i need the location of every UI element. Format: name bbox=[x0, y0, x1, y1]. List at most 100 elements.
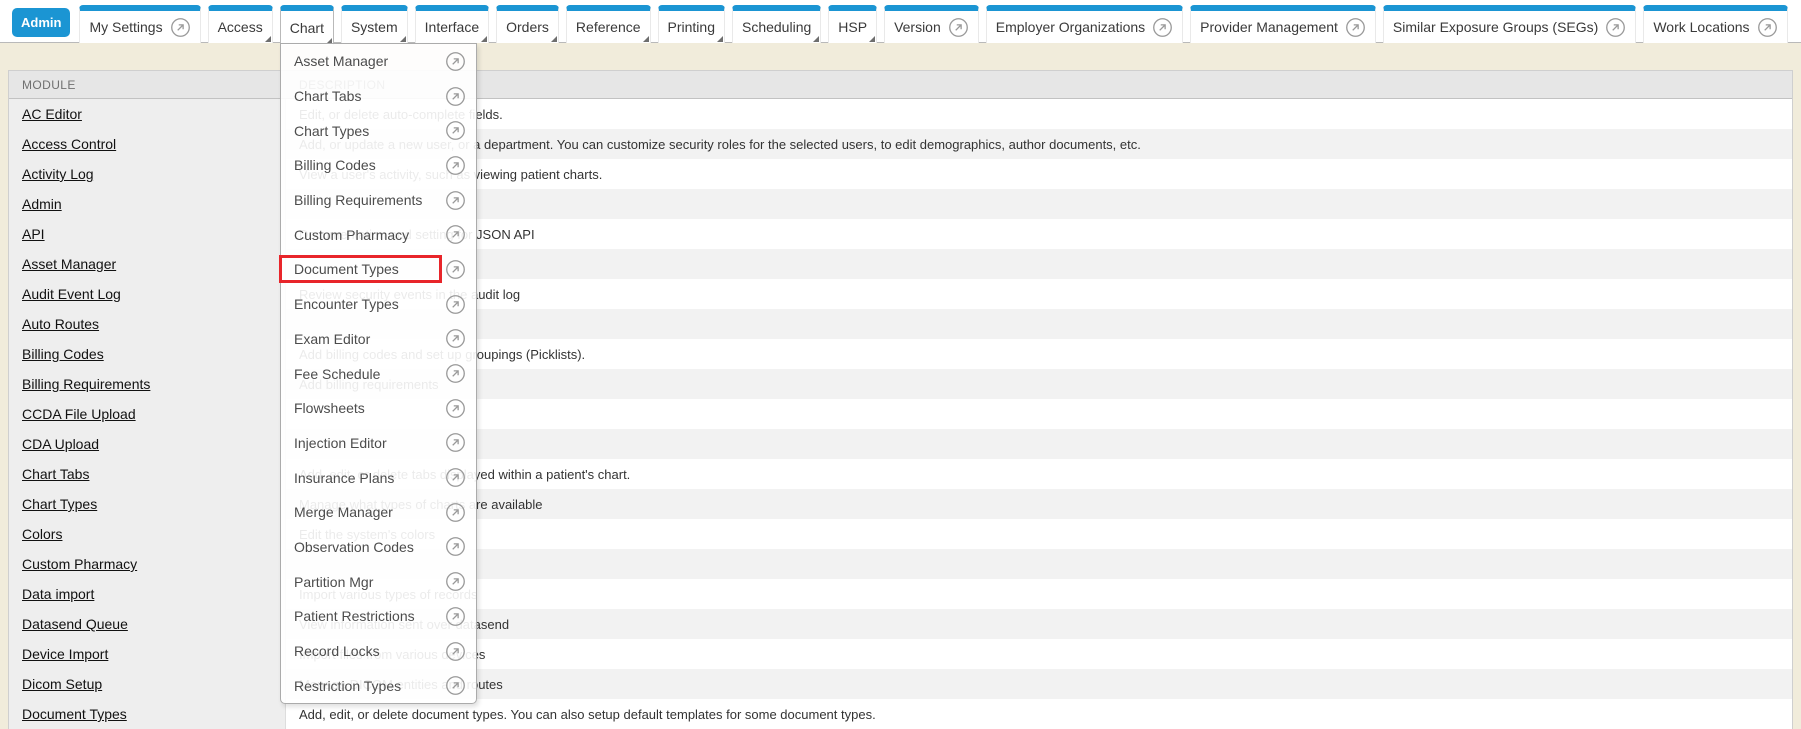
module-link-asset-manager[interactable]: Asset Manager bbox=[22, 256, 116, 272]
tab-interface[interactable]: Interface bbox=[415, 5, 489, 43]
module-link-ccda-file-upload[interactable]: CCDA File Upload bbox=[22, 406, 136, 422]
open-in-new-window-icon[interactable] bbox=[445, 398, 466, 419]
chart-menu-item-fee-schedule[interactable]: Fee Schedule bbox=[281, 356, 476, 391]
chart-menu-item-chart-types[interactable]: Chart Types bbox=[281, 113, 476, 148]
module-cell: Auto Routes bbox=[9, 309, 286, 339]
description-cell: Manage what types of charts are availabl… bbox=[286, 489, 1792, 519]
chart-menu-item-record-locks[interactable]: Record Locks bbox=[281, 634, 476, 669]
submenu-indicator-triangle bbox=[643, 36, 649, 42]
chart-menu-item-exam-editor[interactable]: Exam Editor bbox=[281, 322, 476, 357]
module-cell: Document Types bbox=[9, 699, 286, 729]
open-in-new-window-icon[interactable] bbox=[445, 432, 466, 453]
open-in-new-window-icon[interactable] bbox=[445, 328, 466, 349]
open-in-new-window-icon[interactable] bbox=[445, 86, 466, 107]
module-link-cda-upload[interactable]: CDA Upload bbox=[22, 436, 99, 452]
chart-menu-item-chart-tabs[interactable]: Chart Tabs bbox=[281, 79, 476, 114]
tab-label: Access bbox=[218, 19, 263, 35]
open-in-new-window-icon[interactable] bbox=[445, 120, 466, 141]
module-link-billing-requirements[interactable]: Billing Requirements bbox=[22, 376, 150, 392]
open-in-new-window-icon[interactable] bbox=[445, 606, 466, 627]
chart-menu-item-restriction-types[interactable]: Restriction Types bbox=[281, 668, 476, 703]
tab-system[interactable]: System bbox=[341, 5, 408, 43]
module-link-chart-types[interactable]: Chart Types bbox=[22, 496, 97, 512]
tab-reference[interactable]: Reference bbox=[566, 5, 651, 43]
chart-menu-item-asset-manager[interactable]: Asset Manager bbox=[281, 44, 476, 79]
tab-orders[interactable]: Orders bbox=[496, 5, 559, 43]
description-cell: Edit the system's colors bbox=[286, 519, 1792, 549]
module-link-admin[interactable]: Admin bbox=[22, 196, 62, 212]
open-in-new-window-icon[interactable] bbox=[445, 224, 466, 245]
chart-menu-item-merge-manager[interactable]: Merge Manager bbox=[281, 495, 476, 530]
chart-menu-item-partition-mgr[interactable]: Partition Mgr bbox=[281, 564, 476, 599]
tab-scheduling[interactable]: Scheduling bbox=[732, 5, 821, 43]
module-link-device-import[interactable]: Device Import bbox=[22, 646, 108, 662]
chart-menu-item-billing-requirements[interactable]: Billing Requirements bbox=[281, 183, 476, 218]
table-row: Billing Codes Add billing codes and set … bbox=[9, 339, 1792, 369]
tab-label: Interface bbox=[425, 19, 479, 35]
module-link-access-control[interactable]: Access Control bbox=[22, 136, 116, 152]
open-in-new-window-icon[interactable] bbox=[170, 17, 191, 38]
tab-my-settings[interactable]: My Settings bbox=[79, 5, 200, 43]
module-cell: Billing Requirements bbox=[9, 369, 286, 399]
module-link-billing-codes[interactable]: Billing Codes bbox=[22, 346, 104, 362]
table-header-row: MODULE DESCRIPTION bbox=[9, 71, 1792, 99]
tab-label: Work Locations bbox=[1653, 19, 1749, 35]
open-in-new-window-icon[interactable] bbox=[445, 536, 466, 557]
open-in-new-window-icon[interactable] bbox=[1605, 17, 1626, 38]
module-link-ac-editor[interactable]: AC Editor bbox=[22, 106, 82, 122]
table-row: API Documentation and setting for JSON A… bbox=[9, 219, 1792, 249]
open-in-new-window-icon[interactable] bbox=[445, 190, 466, 211]
table-row: Billing Requirements Add billing require… bbox=[9, 369, 1792, 399]
chart-menu-item-flowsheets[interactable]: Flowsheets bbox=[281, 391, 476, 426]
description-cell: Add billing requirements bbox=[286, 369, 1792, 399]
open-in-new-window-icon[interactable] bbox=[445, 51, 466, 72]
submenu-indicator-triangle bbox=[869, 36, 875, 42]
module-cell: API bbox=[9, 219, 286, 249]
chart-menu-item-insurance-plans[interactable]: Insurance Plans bbox=[281, 460, 476, 495]
open-in-new-window-icon[interactable] bbox=[445, 675, 466, 696]
chart-menu-item-custom-pharmacy[interactable]: Custom Pharmacy bbox=[281, 217, 476, 252]
module-cell: Data import bbox=[9, 579, 286, 609]
chart-menu-item-billing-codes[interactable]: Billing Codes bbox=[281, 148, 476, 183]
module-link-colors[interactable]: Colors bbox=[22, 526, 62, 542]
open-in-new-window-icon[interactable] bbox=[445, 571, 466, 592]
tab-version[interactable]: Version bbox=[884, 5, 979, 43]
module-link-datasend-queue[interactable]: Datasend Queue bbox=[22, 616, 128, 632]
chart-menu-item-injection-editor[interactable]: Injection Editor bbox=[281, 426, 476, 461]
module-link-dicom-setup[interactable]: Dicom Setup bbox=[22, 676, 102, 692]
open-in-new-window-icon[interactable] bbox=[948, 17, 969, 38]
module-cell: Colors bbox=[9, 519, 286, 549]
tab-label: Provider Management bbox=[1200, 19, 1338, 35]
tab-access[interactable]: Access bbox=[208, 5, 273, 43]
module-link-audit-event-log[interactable]: Audit Event Log bbox=[22, 286, 121, 302]
open-in-new-window-icon[interactable] bbox=[445, 363, 466, 384]
module-link-data-import[interactable]: Data import bbox=[22, 586, 94, 602]
open-in-new-window-icon[interactable] bbox=[445, 259, 466, 280]
open-in-new-window-icon[interactable] bbox=[445, 502, 466, 523]
chart-menu-item-document-types[interactable]: Document Types bbox=[281, 252, 476, 287]
open-in-new-window-icon[interactable] bbox=[1152, 17, 1173, 38]
open-in-new-window-icon[interactable] bbox=[445, 155, 466, 176]
module-link-chart-tabs[interactable]: Chart Tabs bbox=[22, 466, 89, 482]
open-in-new-window-icon[interactable] bbox=[445, 467, 466, 488]
open-in-new-window-icon[interactable] bbox=[445, 294, 466, 315]
module-link-activity-log[interactable]: Activity Log bbox=[22, 166, 94, 182]
module-link-custom-pharmacy[interactable]: Custom Pharmacy bbox=[22, 556, 137, 572]
module-link-auto-routes[interactable]: Auto Routes bbox=[22, 316, 99, 332]
chart-menu-item-encounter-types[interactable]: Encounter Types bbox=[281, 287, 476, 322]
tab-employer-organizations[interactable]: Employer Organizations bbox=[986, 5, 1183, 43]
tab-provider-management[interactable]: Provider Management bbox=[1190, 5, 1376, 43]
admin-button[interactable]: Admin bbox=[12, 8, 70, 37]
chart-menu-item-patient-restrictions[interactable]: Patient Restrictions bbox=[281, 599, 476, 634]
tab-similar-exposure-groups-segs[interactable]: Similar Exposure Groups (SEGs) bbox=[1383, 5, 1636, 43]
chart-menu-item-observation-codes[interactable]: Observation Codes bbox=[281, 530, 476, 565]
tab-printing[interactable]: Printing bbox=[658, 5, 725, 43]
tab-work-locations[interactable]: Work Locations bbox=[1643, 5, 1787, 43]
module-link-document-types[interactable]: Document Types bbox=[22, 706, 127, 722]
open-in-new-window-icon[interactable] bbox=[1345, 17, 1366, 38]
open-in-new-window-icon[interactable] bbox=[1757, 17, 1778, 38]
module-link-api[interactable]: API bbox=[22, 226, 45, 242]
open-in-new-window-icon[interactable] bbox=[445, 641, 466, 662]
tab-hsp[interactable]: HSP bbox=[828, 5, 877, 43]
tab-chart[interactable]: Chart bbox=[280, 5, 334, 45]
